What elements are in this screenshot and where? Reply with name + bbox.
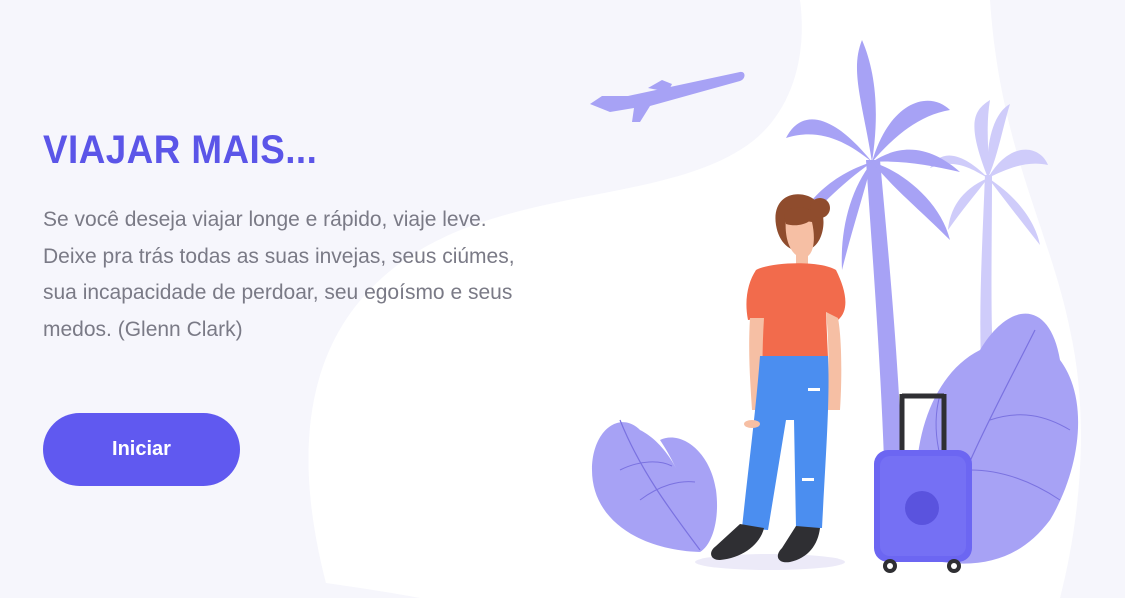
travel-illustration <box>590 40 1079 573</box>
start-button[interactable]: Iniciar <box>43 413 240 486</box>
airplane-icon <box>590 71 745 122</box>
page-title: VIAJAR MAIS... <box>43 128 318 172</box>
leaf-plant-icon <box>592 419 718 552</box>
hero-text-block: VIAJAR MAIS... Se você deseja viajar lon… <box>43 126 543 348</box>
hero-quote: Se você deseja viajar longe e rápido, vi… <box>43 208 515 341</box>
traveler-woman <box>695 194 846 570</box>
